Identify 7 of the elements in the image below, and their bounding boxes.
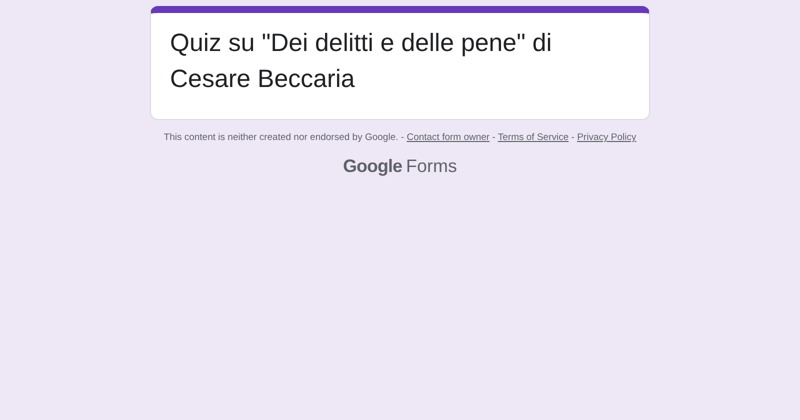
- footer-link[interactable]: Terms of Service: [498, 132, 569, 143]
- footer-link[interactable]: Privacy Policy: [577, 132, 636, 143]
- logo-product: Forms: [406, 156, 457, 177]
- footer-link[interactable]: Contact form owner: [406, 132, 490, 143]
- form-title: Quiz su "Dei delitti e delle pene" di Cesare Beccaria: [170, 28, 553, 95]
- disclaimer-text: This content is neither created nor endorsed by Google. - Contact form owner - Terms of Service - Privacy Policy: [164, 131, 636, 145]
- logo-brand: Google: [343, 156, 402, 177]
